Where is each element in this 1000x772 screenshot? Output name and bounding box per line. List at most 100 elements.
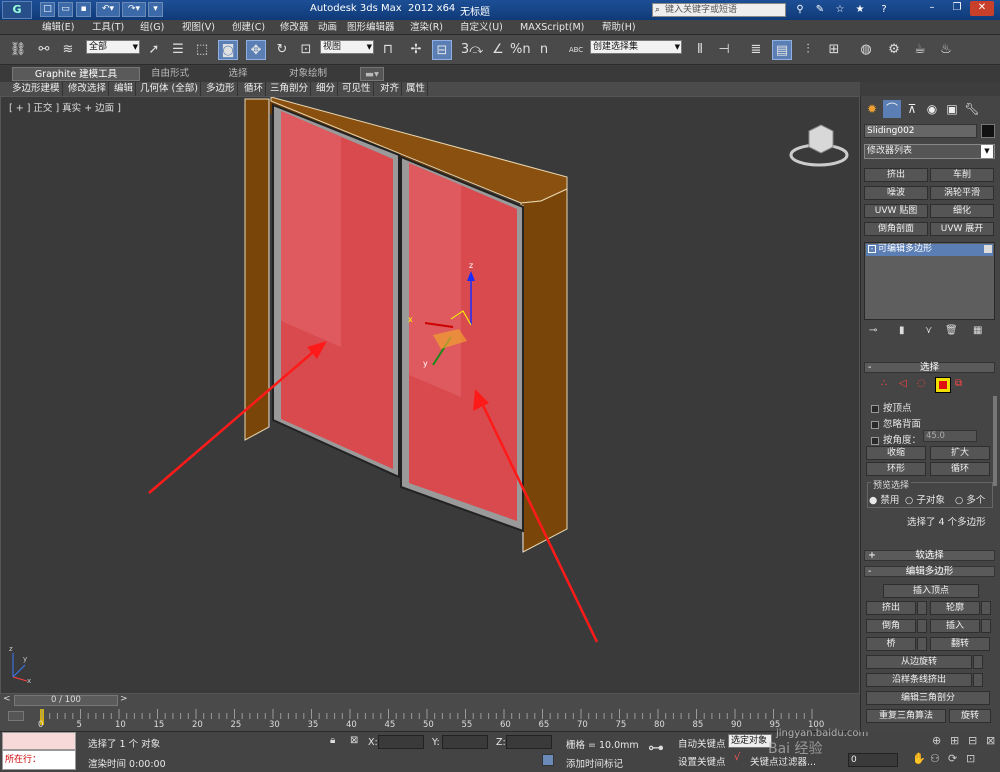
move-icon[interactable]: ✥ [246,40,266,60]
expand-icon[interactable]: - [868,245,876,253]
preview-subobject-radio[interactable]: ○ 子对象 [905,492,945,506]
undo-icon[interactable]: ↶▾ [96,2,120,17]
by-vertex-checkbox[interactable]: 按顶点 [871,400,912,414]
time-tag-icon[interactable] [542,754,554,766]
by-angle-checkbox[interactable]: 按角度： [871,432,921,446]
preview-multi-radio[interactable]: ○ 多个 [955,492,985,506]
inset-settings-button[interactable] [981,619,991,633]
panel-scrollbar[interactable] [993,396,997,486]
rotate-icon[interactable]: ↻ [272,40,292,60]
current-frame-field[interactable]: 0 [848,753,898,767]
extrude-button[interactable]: 挤出 [866,601,916,615]
rect-selection-icon[interactable]: ⬚ [192,40,212,60]
search-input[interactable]: ⌕ 键入关键字或短语 [652,3,786,17]
mod-unwrap-uvw-button[interactable]: UVW 展开 [930,222,994,236]
border-mode-icon[interactable]: ◌ [917,378,926,389]
keyboard-shortcut-override-icon[interactable]: ⊟ [432,40,452,60]
edit-triangulation-button[interactable]: 编辑三角剖分 [866,691,990,705]
time-slider[interactable]: < 0 / 100 > [0,694,860,707]
flip-button[interactable]: 翻转 [930,637,990,651]
menu-modifiers[interactable]: 修改器 [280,20,309,35]
named-selection-dropdown[interactable]: 创建选择集 ▼ [590,40,682,54]
maximize-viewport-icon[interactable]: ⊡ [966,752,975,765]
open-file-icon[interactable]: ▭ [58,2,73,17]
select-by-name-icon[interactable]: ☰ [168,40,188,60]
add-time-tag[interactable]: 添加时间标记 [566,756,623,770]
key-icon[interactable]: ⊶ [648,738,664,757]
ribbon-options-icon[interactable]: ▬▾ [360,67,384,81]
y-coord-field[interactable] [442,735,488,749]
close-button[interactable]: ✕ [970,1,994,16]
ribbon-align[interactable]: 对齐 [378,82,403,96]
element-mode-icon[interactable]: ⧉ [955,378,962,389]
retriangulate-button[interactable]: 重复三角算法 [866,709,946,723]
show-end-result-icon[interactable]: ▮ [899,325,905,336]
inset-button[interactable]: 插入 [930,619,980,633]
preview-off-radio[interactable]: ● 禁用 [869,492,899,506]
object-name-field[interactable]: Sliding002 [864,124,977,138]
window-crossing-icon[interactable]: ◙ [218,40,238,60]
stack-item-editable-poly[interactable]: - 可编辑多边形 [866,244,993,256]
key-mode-dropdown[interactable]: 选定对象 [728,734,772,748]
new-file-icon[interactable]: □ [40,2,55,17]
display-tab-icon[interactable]: ▣ [943,100,961,118]
bridge-button[interactable]: 桥 [866,637,916,651]
binoculars-icon[interactable]: ⚲ [792,2,808,17]
edit-polygons-rollout-header[interactable]: - 编辑多边形 [864,566,995,577]
insert-vertex-button[interactable]: 插入顶点 [883,584,979,598]
layer-manager-icon[interactable]: ≣ [746,40,766,60]
pin-stack-icon[interactable]: ⊸ [869,325,877,336]
maxscript-listener-input[interactable]: 所在行： [2,750,76,770]
pan-icon[interactable]: ✋ [912,752,926,765]
ribbon-properties[interactable]: 属性 [404,82,429,96]
mod-tessellate-button[interactable]: 细化 [930,204,994,218]
select-manipulate-icon[interactable]: ✢ [406,40,426,60]
stack-visibility-icon[interactable] [984,245,992,253]
menu-help[interactable]: 帮助(H) [602,20,636,35]
menu-edit[interactable]: 编辑(E) [42,20,74,35]
curve-editor-icon[interactable]: ⫶ [798,40,818,60]
hinge-from-edge-button[interactable]: 从边旋转 [866,655,972,669]
mod-bevel-profile-button[interactable]: 倒角剖面 [864,222,928,236]
menu-graph-editors[interactable]: 图形编辑器 [347,20,395,35]
motion-tab-icon[interactable]: ◉ [923,100,941,118]
menu-rendering[interactable]: 渲染(R) [410,20,443,35]
bevel-settings-button[interactable] [917,619,927,633]
pivot-center-icon[interactable]: ⊓ [378,40,398,60]
graphite-toggle-icon[interactable]: ▤ [772,40,792,60]
set-key-label[interactable]: 设置关键点 [678,754,726,768]
hinge-settings-button[interactable] [973,655,983,669]
track-bar[interactable]: 0 5 10 15 20 25 30 35 40 45 50 55 60 65 70 75 80 85 90 95 10… [0,707,860,732]
ribbon-loops[interactable]: 循环 [242,82,267,96]
hierarchy-tab-icon[interactable]: ⊼ [903,100,921,118]
mod-lathe-button[interactable]: 车削 [930,168,994,182]
loop-button[interactable]: 循环 [930,462,990,476]
grow-button[interactable]: 扩大 [930,446,990,460]
turn-button[interactable]: 旋转 [949,709,991,723]
edit-named-selection-icon[interactable]: ABC [566,40,586,60]
lock-icon[interactable]: 🔒︎ [330,735,335,746]
edge-mode-icon[interactable]: ◁ [899,378,907,389]
tab-selection[interactable]: 选择 [210,67,266,81]
schematic-view-icon[interactable]: ⊞ [824,40,844,60]
timeslider-right-arrow[interactable]: > [120,694,128,704]
make-unique-icon[interactable]: ⋎ [925,325,932,336]
tab-freeform[interactable]: 自由形式 [142,67,198,81]
ribbon-polygons[interactable]: 多边形 [204,82,238,96]
minimize-button[interactable]: – [920,1,944,16]
ribbon-edit[interactable]: 编辑 [112,82,137,96]
bridge-settings-button[interactable] [917,637,927,651]
save-file-icon[interactable]: ▪ [76,2,91,17]
outline-settings-button[interactable] [981,601,991,615]
render-production-icon[interactable]: ♨ [936,40,956,60]
vertex-mode-icon[interactable]: ∴ [881,378,887,389]
unlink-icon[interactable]: ⚯ [34,40,54,60]
mod-uvw-map-button[interactable]: UVW 贴图 [864,204,928,218]
select-object-icon[interactable]: ➚ [144,40,164,60]
object-color-swatch[interactable] [981,124,995,138]
extrude-along-spline-button[interactable]: 沿样条线挤出 [866,673,972,687]
redo-icon[interactable]: ↷▾ [122,2,146,17]
auto-key-label[interactable]: 自动关键点 [678,736,726,750]
help-icon[interactable]: ? [876,2,892,17]
ribbon-polygon-modeling[interactable]: 多边形建模 [10,82,63,96]
